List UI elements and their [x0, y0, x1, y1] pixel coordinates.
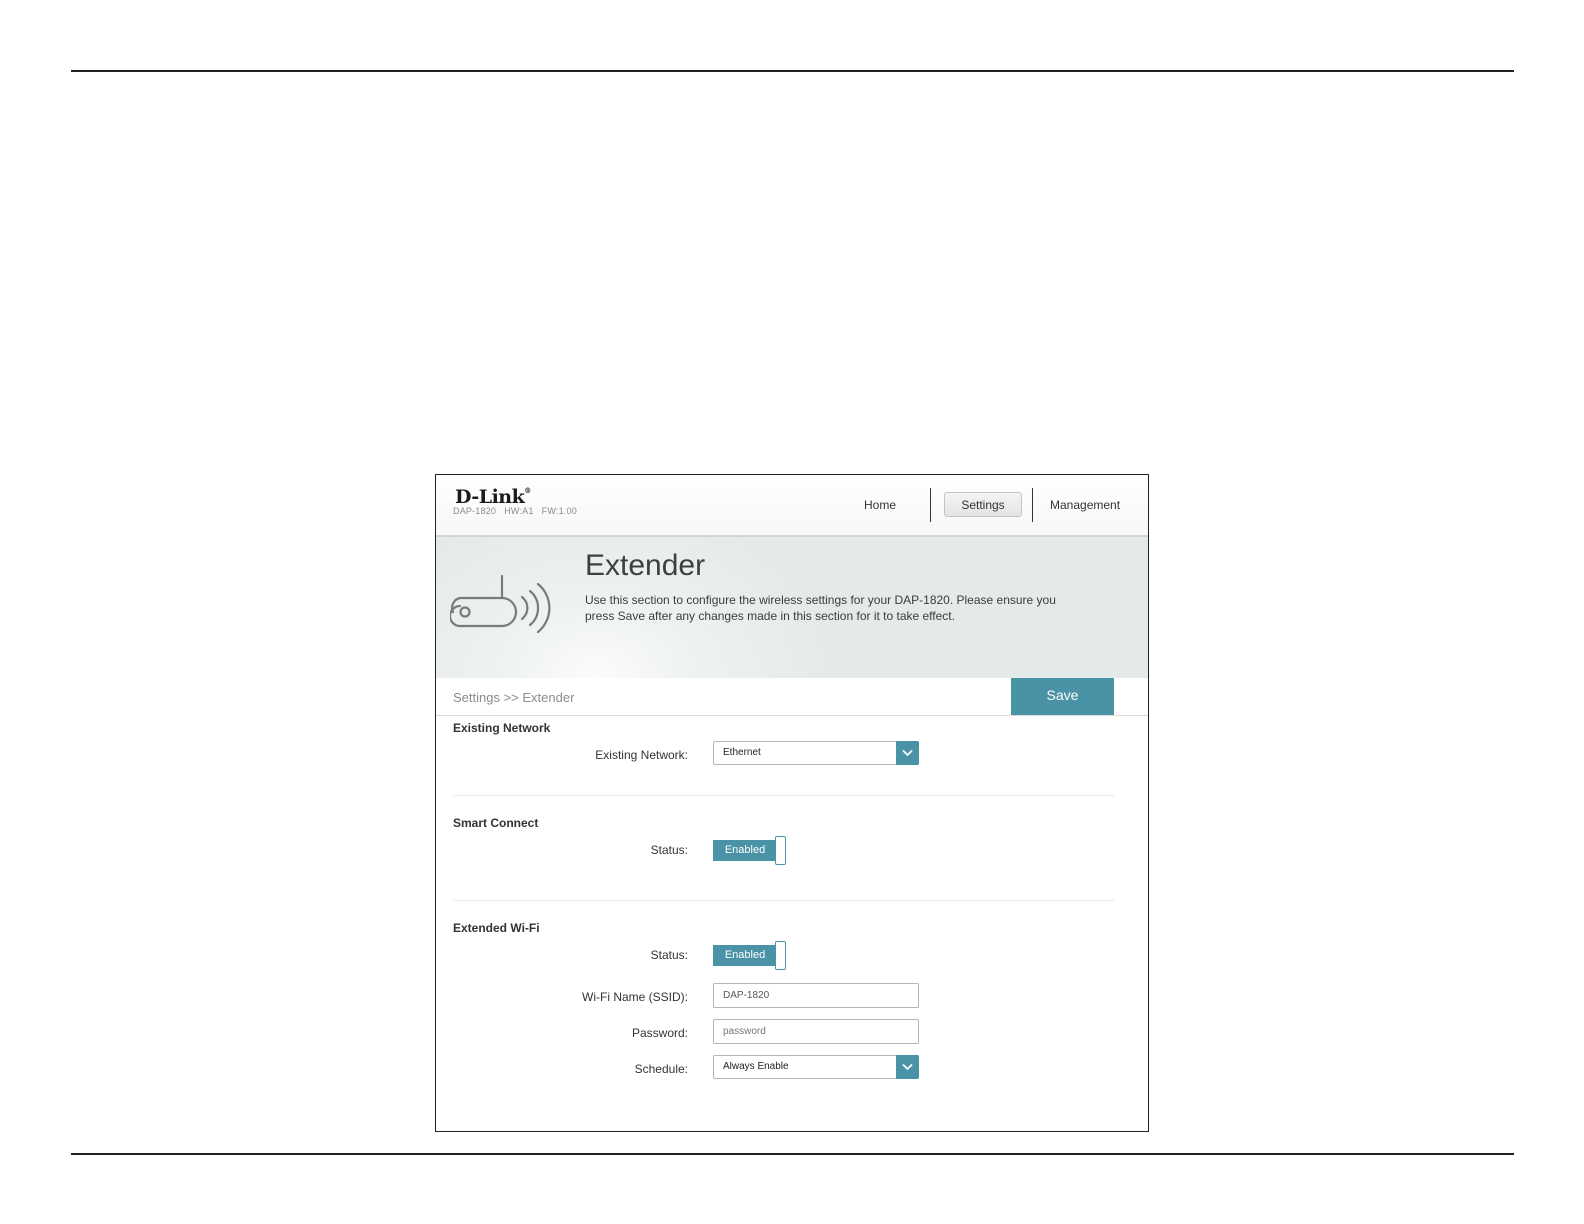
smart-connect-status-label: Status: — [650, 843, 688, 857]
page-banner: Extender Use this section to configure t… — [436, 537, 1148, 679]
save-button[interactable]: Save — [1011, 678, 1114, 715]
existing-network-value: Ethernet — [723, 747, 761, 758]
device-info: DAP-1820 HW:A1 FW:1.00 — [453, 506, 577, 516]
password-input[interactable] — [713, 1019, 919, 1044]
nav-divider — [1032, 488, 1033, 522]
toggle-track: Enabled — [713, 945, 777, 966]
router-wifi-icon — [450, 574, 551, 634]
ssid-input[interactable] — [713, 983, 919, 1008]
section-title-extended-wifi: Extended Wi-Fi — [453, 921, 540, 935]
schedule-value: Always Enable — [723, 1061, 789, 1072]
page-description: Use this section to configure the wirele… — [585, 593, 1056, 623]
page-top-rule — [71, 70, 1514, 72]
section-divider — [453, 900, 1114, 901]
breadcrumb: Settings >> Extender — [453, 690, 575, 705]
existing-network-select[interactable]: Ethernet — [713, 741, 919, 765]
nav-management[interactable]: Management — [1050, 498, 1120, 512]
password-label: Password: — [631, 1026, 688, 1040]
top-navbar: D-Link® DAP-1820 HW:A1 FW:1.00 Home Sett… — [436, 475, 1148, 537]
nav-divider — [930, 488, 931, 522]
extended-wifi-status-label: Status: — [650, 948, 688, 962]
chevron-down-icon[interactable] — [896, 1055, 919, 1079]
toggle-knob[interactable] — [775, 941, 786, 970]
ssid-label: Wi-Fi Name (SSID): — [582, 990, 688, 1004]
chevron-down-icon[interactable] — [896, 741, 919, 765]
nav-settings[interactable]: Settings — [944, 492, 1022, 517]
smart-connect-toggle[interactable]: Enabled — [713, 836, 787, 865]
section-title-existing-network: Existing Network — [453, 721, 551, 735]
schedule-label: Schedule: — [634, 1062, 688, 1076]
breadcrumb-bar: Settings >> Extender Save — [436, 678, 1148, 716]
section-title-smart-connect: Smart Connect — [453, 816, 539, 830]
page-title: Extender — [585, 549, 706, 582]
extended-wifi-toggle[interactable]: Enabled — [713, 941, 787, 970]
dlink-logo: D-Link® — [455, 486, 531, 508]
toggle-track: Enabled — [713, 840, 777, 861]
schedule-select[interactable]: Always Enable — [713, 1055, 919, 1079]
device-web-ui-screenshot: D-Link® DAP-1820 HW:A1 FW:1.00 Home Sett… — [435, 474, 1149, 1132]
page-bottom-rule — [71, 1153, 1514, 1155]
existing-network-label: Existing Network: — [595, 748, 688, 762]
toggle-knob[interactable] — [775, 836, 786, 865]
nav-home[interactable]: Home — [864, 498, 896, 512]
section-divider — [453, 795, 1114, 796]
